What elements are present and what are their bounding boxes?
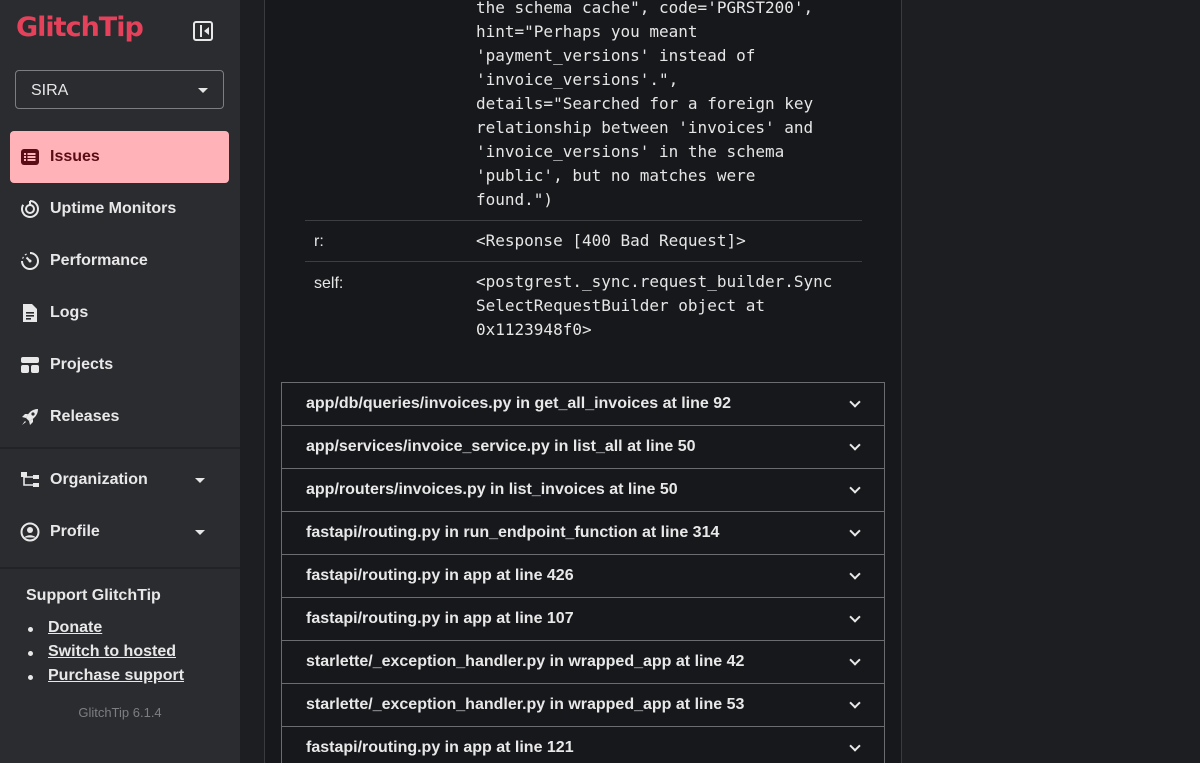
stack-frame[interactable]: fastapi/routing.py in app at line 426 (281, 554, 885, 597)
organization-select-value: SIRA (31, 82, 69, 99)
stack-frame[interactable]: fastapi/routing.py in run_endpoint_funct… (281, 511, 885, 554)
nav-item-releases[interactable]: Releases (10, 391, 229, 443)
stack-frame[interactable]: app/services/invoice_service.py in list_… (281, 425, 885, 468)
user-circle-icon (20, 522, 40, 542)
nav-item-performance[interactable]: Performance (10, 235, 229, 287)
document-icon (23, 304, 37, 322)
frame-title: fastapi/routing.py in app at line 107 (306, 610, 574, 627)
sidebar: GlitchTip SIRA Issues Uptime Monitors Pe… (0, 0, 240, 763)
list-item: Purchase support (26, 667, 184, 691)
stack-frame[interactable]: fastapi/routing.py in app at line 107 (281, 597, 885, 640)
stack-frame[interactable]: fastapi/routing.py in app at line 121 (281, 726, 885, 763)
chevron-down-icon (195, 530, 205, 535)
main-content: the schema cache", code='PGRST200', hint… (240, 0, 1200, 763)
frame-title: starlette/_exception_handler.py in wrapp… (306, 653, 745, 670)
list-item: Donate (26, 619, 184, 643)
nav-item-projects[interactable]: Projects (10, 339, 229, 391)
nav-item-label: Issues (50, 148, 100, 165)
stack-frame[interactable]: app/routers/invoices.py in list_invoices… (281, 468, 885, 511)
chevron-down-icon (849, 568, 861, 580)
frame-title: fastapi/routing.py in run_endpoint_funct… (306, 524, 720, 541)
switch-to-hosted-link[interactable]: Switch to hosted (48, 643, 176, 660)
chevron-down-icon (849, 611, 861, 623)
chevron-down-icon (849, 697, 861, 709)
nav-item-issues[interactable]: Issues (10, 131, 229, 183)
app-version: GlitchTip 6.1.4 (78, 705, 162, 720)
frame-title: app/db/queries/invoices.py in get_all_in… (306, 395, 732, 412)
sidebar-collapse-icon (200, 25, 202, 37)
nav-item-label: Uptime Monitors (50, 200, 177, 217)
gauge-icon (21, 252, 39, 270)
stack-frame[interactable]: starlette/_exception_handler.py in wrapp… (281, 683, 885, 726)
glitchtip-logo[interactable]: GlitchTip (16, 12, 144, 43)
chevron-down-icon (849, 482, 861, 494)
nav-item-label: Projects (50, 356, 114, 373)
frame-title: starlette/_exception_handler.py in wrapp… (306, 696, 745, 713)
chevron-down-icon (849, 740, 861, 752)
layout-icon (21, 357, 39, 373)
nav-item-label: Organization (50, 471, 148, 488)
nav-item-label: Performance (50, 252, 148, 269)
nav-item-label: Profile (50, 523, 100, 540)
variable-value: <Response [400 Bad Request]> (476, 231, 746, 250)
nav-group-organization[interactable]: Organization (10, 454, 229, 506)
stack-frames: app/db/queries/invoices.py in get_all_in… (281, 382, 885, 763)
rocket-icon (22, 409, 38, 425)
list-icon (21, 149, 39, 165)
uptime-icon (21, 200, 39, 218)
nav-item-label: Logs (50, 304, 89, 321)
variable-value: <postgrest._sync.request_builder.Sync Se… (476, 272, 833, 339)
stack-frame[interactable]: app/db/queries/invoices.py in get_all_in… (281, 382, 885, 425)
nav-item-label: Releases (50, 408, 120, 425)
donate-link[interactable]: Donate (48, 619, 102, 636)
purchase-support-link[interactable]: Purchase support (48, 667, 184, 684)
org-chart-icon (21, 472, 39, 487)
chevron-down-icon (849, 525, 861, 537)
frame-title: app/routers/invoices.py in list_invoices… (306, 481, 678, 498)
chevron-down-icon (849, 439, 861, 451)
variable-value: the schema cache", code='PGRST200', hint… (476, 0, 814, 209)
sidebar-collapse-button[interactable] (193, 21, 213, 41)
stack-frame[interactable]: starlette/_exception_handler.py in wrapp… (281, 640, 885, 683)
frame-title: fastapi/routing.py in app at line 426 (306, 567, 574, 584)
list-item: Switch to hosted (26, 643, 184, 667)
variable-key: self: (314, 275, 344, 292)
chevron-down-icon (849, 396, 861, 408)
nav-group-profile[interactable]: Profile (10, 506, 229, 558)
chevron-down-icon (195, 478, 205, 483)
variable-key: r: (314, 233, 324, 250)
support-title: Support GlitchTip (26, 587, 161, 604)
chevron-down-icon (198, 88, 208, 93)
sidebar-divider (0, 447, 240, 449)
stacktrace-panel: the schema cache", code='PGRST200', hint… (264, 0, 902, 763)
organization-select[interactable]: SIRA (15, 70, 224, 109)
chevron-down-icon (849, 654, 861, 666)
support-links: Donate Switch to hosted Purchase support (26, 619, 184, 691)
frame-title: fastapi/routing.py in app at line 121 (306, 739, 574, 756)
sidebar-divider (0, 567, 240, 569)
nav-item-uptime-monitors[interactable]: Uptime Monitors (10, 183, 229, 235)
frame-title: app/services/invoice_service.py in list_… (306, 438, 696, 455)
nav-item-logs[interactable]: Logs (10, 287, 229, 339)
